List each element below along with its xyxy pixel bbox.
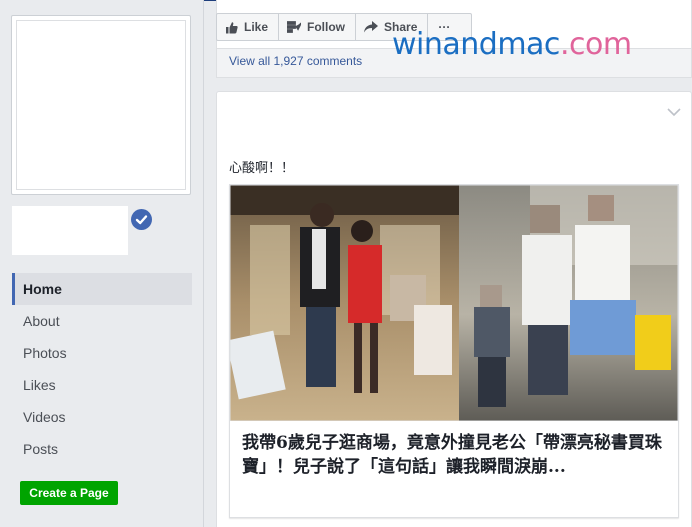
link-preview-image[interactable] [230, 185, 678, 421]
verified-badge-icon [131, 209, 152, 230]
watermark-part-2: .com [559, 27, 632, 62]
follow-icon [287, 21, 302, 33]
sidebar-item-label: Home [23, 281, 62, 297]
sidebar-item-label: Posts [23, 441, 59, 457]
sidebar-item-videos[interactable]: Videos [12, 401, 192, 433]
post-text: 心酸啊！！ [229, 160, 295, 175]
sidebar-item-label: About [23, 313, 60, 329]
sidebar-item-label: Photos [23, 345, 67, 361]
sidebar-item-likes[interactable]: Likes [12, 369, 192, 401]
sidebar-item-photos[interactable]: Photos [12, 337, 192, 369]
link-preview-card[interactable]: 我帶6歲兒子逛商場，竟意外撞見老公「帶漂亮秘書買珠寶」！兒子說了「這句話」讓我瞬… [229, 184, 679, 518]
sidebar-nav: Home About Photos Likes Videos Posts [12, 273, 192, 465]
sidebar-item-label: Likes [23, 377, 56, 393]
watermark-part-1: winandmac [392, 27, 560, 62]
profile-picture[interactable] [11, 15, 191, 195]
thumbs-up-icon [226, 21, 238, 33]
sidebar-item-about[interactable]: About [12, 305, 192, 337]
site-watermark: winandmac.com [392, 27, 632, 62]
view-comments-link[interactable]: View all 1,927 comments [229, 54, 362, 68]
share-icon [364, 21, 379, 33]
chevron-down-icon[interactable] [667, 104, 681, 122]
create-page-button[interactable]: Create a Page [20, 481, 118, 505]
like-label: Like [244, 20, 269, 34]
follow-button[interactable]: Follow [279, 14, 357, 40]
link-preview-title[interactable]: 我帶6歲兒子逛商場，竟意外撞見老公「帶漂亮秘書買珠寶」！兒子說了「這句話」讓我瞬… [242, 431, 668, 479]
sidebar-item-home[interactable]: Home [12, 273, 192, 305]
like-button[interactable]: Like [217, 14, 280, 40]
follow-label: Follow [307, 20, 346, 34]
sidebar-item-posts[interactable]: Posts [12, 433, 192, 465]
sidebar-item-label: Videos [23, 409, 66, 425]
profile-picture-placeholder [16, 20, 186, 190]
page-name-placeholder [12, 206, 128, 255]
